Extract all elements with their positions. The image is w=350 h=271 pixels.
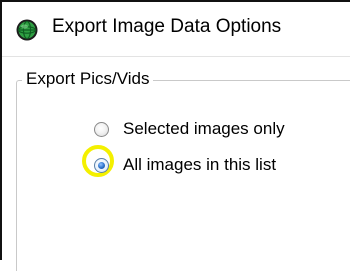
- window-title: Export Image Data Options: [52, 16, 282, 37]
- radio-dot: [98, 161, 105, 169]
- selected-images-only-option[interactable]: Selected images only: [94, 119, 285, 139]
- export-pics-vids-group: [16, 80, 350, 271]
- dialog-content: Export Pics/Vids Selected images only Al…: [2, 56, 350, 271]
- radio-button-unselected[interactable]: [94, 121, 109, 137]
- group-legend: Export Pics/Vids: [22, 69, 154, 89]
- all-images-in-list-option[interactable]: All images in this list: [94, 155, 276, 175]
- option-label[interactable]: All images in this list: [123, 155, 276, 175]
- globe-icon: [16, 19, 38, 41]
- title-bar[interactable]: Export Image Data Options: [2, 2, 350, 56]
- radio-button-selected[interactable]: [94, 157, 109, 173]
- option-label[interactable]: Selected images only: [123, 119, 285, 139]
- export-options-dialog: Export Image Data Options Export Pics/Vi…: [0, 0, 350, 271]
